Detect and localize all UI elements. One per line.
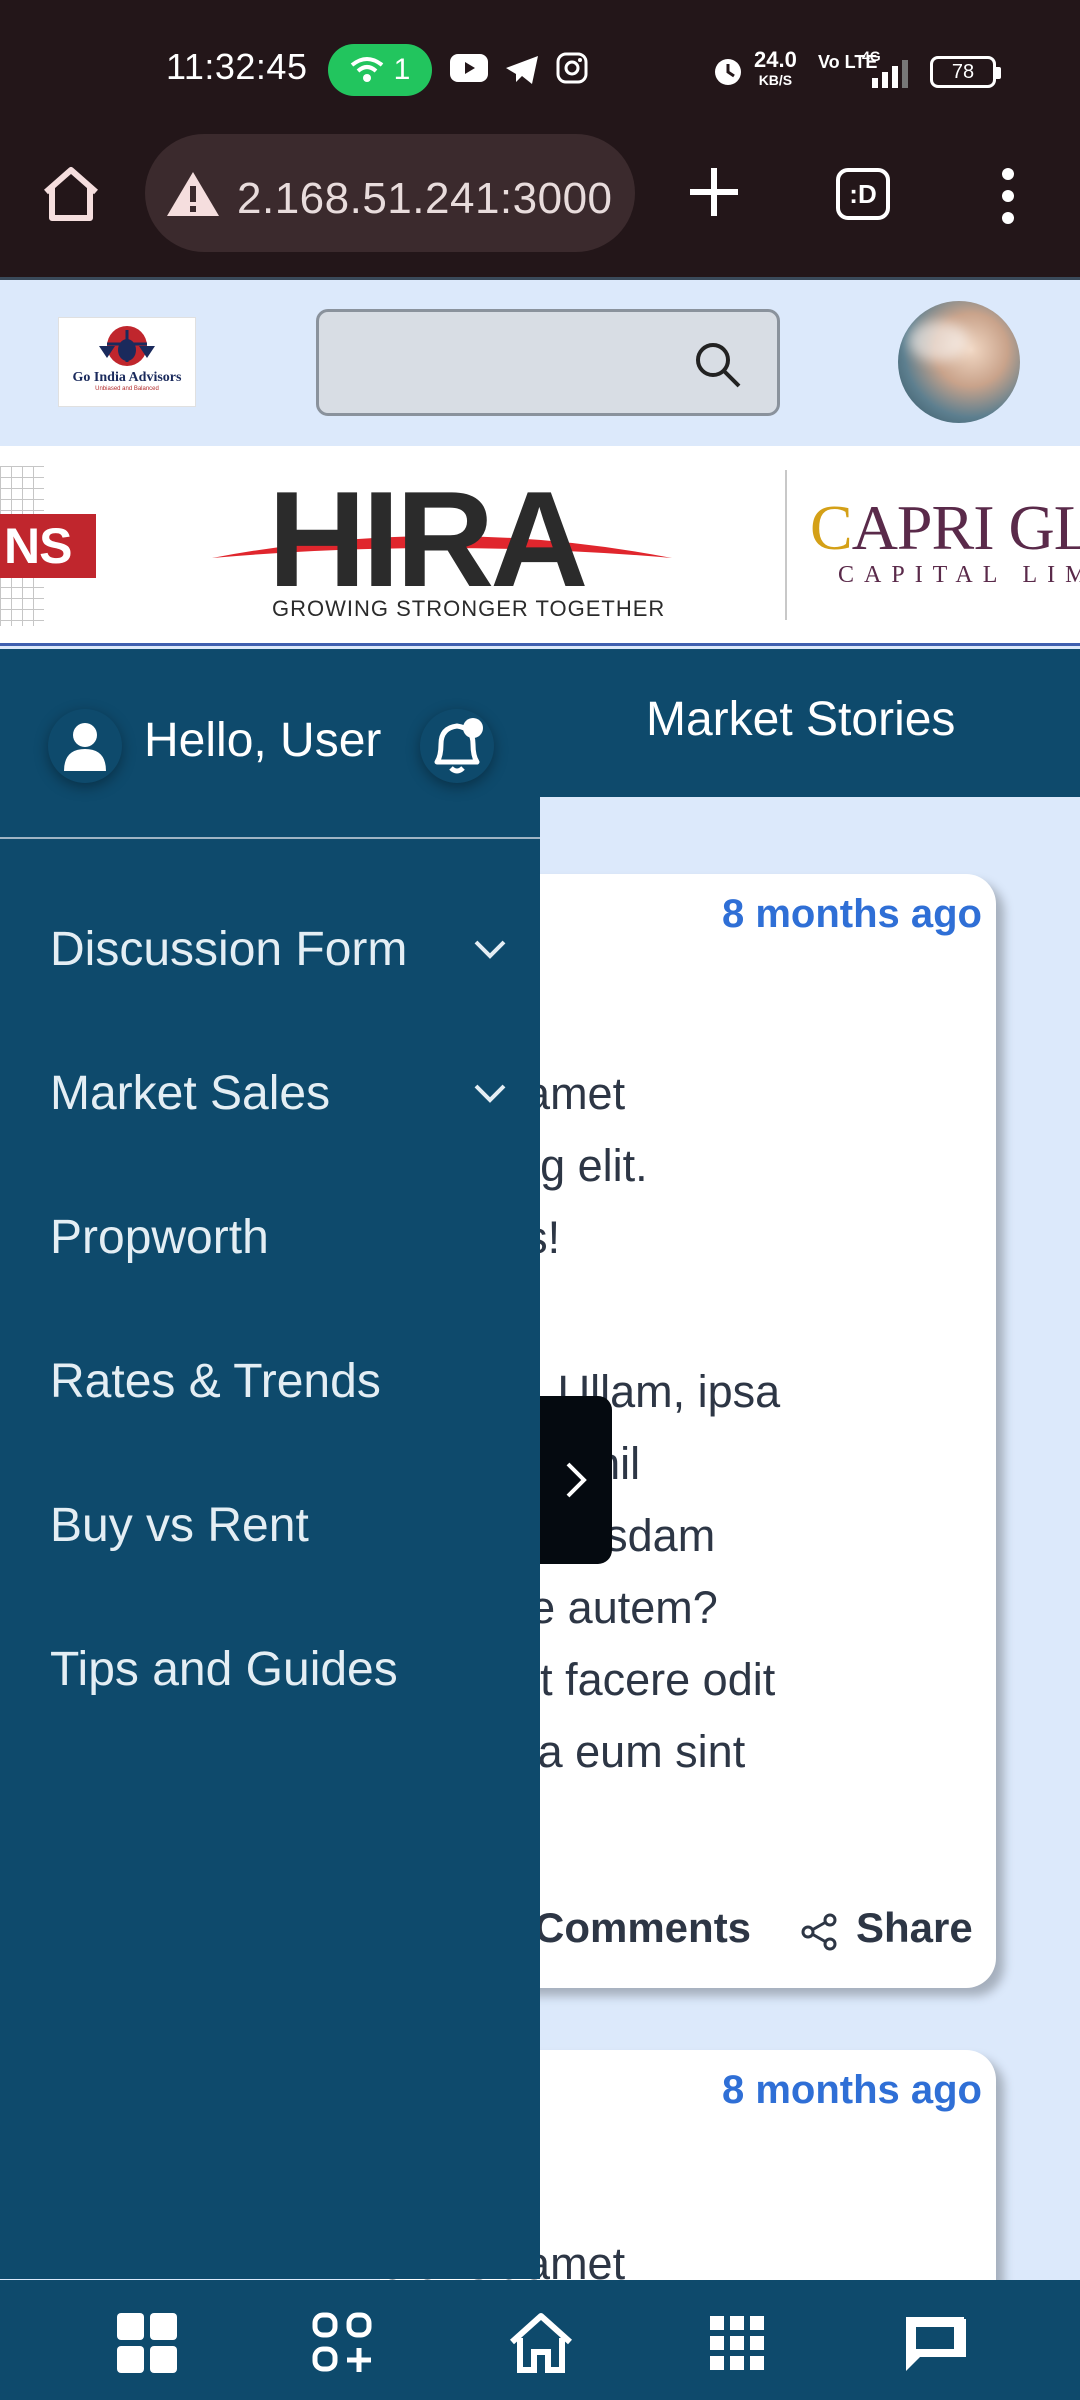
post-time: 8 months ago [721,2068,982,2112]
drawer-toggle-button[interactable] [540,1396,612,1564]
new-tab-icon[interactable] [686,164,742,220]
home-icon[interactable] [40,162,102,224]
nav-apps-add[interactable] [308,2308,378,2378]
logo-name: Go India Advisors [72,370,182,385]
battery-level: 78 [951,60,975,83]
section-title[interactable]: Market Stories [646,692,955,747]
nav-home[interactable] [506,2308,576,2378]
status-bar: 11:32:45 1 24.0 KB/S Vo LTE 4G 78 [0,0,1080,120]
menu-item-rates-trends[interactable]: Rates & Trends [50,1341,510,1421]
chat-icon [906,2317,966,2371]
hira-tagline: GROWING STRONGER TOGETHER [272,596,666,621]
share-icon[interactable] [800,1912,840,1952]
youtube-icon [450,54,488,82]
comments-button[interactable]: Comments [534,1904,751,1952]
person-icon [64,723,106,771]
battery-indicator: 78 [930,56,1001,88]
status-time: 11:32:45 [166,46,308,87]
dashboard-icon [117,2313,177,2373]
carousel-divider [785,470,787,620]
search-input[interactable] [316,309,780,416]
chevron-down-icon[interactable] [470,929,510,969]
logo-tagline: Unbiased and Balanced [95,386,159,392]
browser-toolbar: 2.168.51.241:3000 :D [0,120,1080,280]
network-speed: 24.0 KB/S [754,47,797,90]
menu-item-label: Tips and Guides [50,1642,398,1696]
hotspot-indicator: 1 [328,44,432,96]
brand-logo-capri: CAPRI GLO [810,496,1080,560]
instagram-icon [556,52,588,84]
share-button[interactable]: Share [856,1904,973,1952]
url-text[interactable]: 2.168.51.241:3000 [237,174,613,224]
chevron-right-icon [566,1462,587,1498]
hira-name: HIRA [268,463,588,615]
post-time: 8 months ago [721,892,982,936]
nav-dashboard[interactable] [112,2308,182,2378]
more-menu-icon[interactable] [996,166,1020,226]
menu-item-label: Buy vs Rent [50,1498,309,1552]
brand-1-text: NS [4,518,72,574]
nav-grid[interactable] [702,2308,772,2378]
user-greeting: Hello, User [144,714,382,767]
partner-carousel[interactable]: NS HIRA GROWING STRONGER TOGETHER CAPRI … [0,446,1080,646]
alarm-icon [715,59,741,85]
menu-item-label: Discussion Form [50,922,408,976]
brand-logo-1: NS [0,514,96,578]
site-logo[interactable]: Go India Advisors Unbiased and Balanced [58,317,196,407]
capri-initial: C [810,492,853,563]
menu-item-discussion-form[interactable]: Discussion Form [50,909,510,989]
capri-subtitle: CAPITAL LIM [838,562,1080,588]
bottom-navigation [0,2280,1080,2400]
speed-value: 24.0 [754,47,797,72]
address-bar[interactable]: 2.168.51.241:3000 [145,134,635,252]
search-icon[interactable] [693,340,743,390]
chevron-down-icon[interactable] [470,1073,510,1113]
app-header: Go India Advisors Unbiased and Balanced [0,283,1080,446]
bell-icon [434,718,483,774]
side-drawer: Hello, User Discussion Form Market Sales… [0,649,540,2279]
warning-icon[interactable] [165,170,221,218]
menu-item-label: Rates & Trends [50,1354,381,1408]
hotspot-count: 1 [393,53,411,86]
menu-item-propworth[interactable]: Propworth [50,1197,510,1277]
menu-item-label: Market Sales [50,1066,331,1120]
apps-add-icon [312,2312,372,2372]
user-avatar[interactable] [898,301,1020,423]
menu-item-buy-vs-rent[interactable]: Buy vs Rent [50,1485,510,1565]
tab-switcher-button[interactable]: :D [836,168,890,220]
menu-item-tips-guides[interactable]: Tips and Guides [50,1629,510,1709]
menu-item-market-sales[interactable]: Market Sales [50,1053,510,1133]
signal-icon [872,60,908,88]
tab-switcher-label: :D [849,178,877,209]
speed-unit: KB/S [758,72,793,88]
drawer-divider [0,837,540,839]
home-icon [509,2313,573,2373]
logo-emblem-icon [99,326,155,366]
grid-icon [710,2316,764,2370]
nav-chat[interactable] [900,2308,970,2378]
user-icon[interactable] [48,709,122,783]
telegram-icon [506,56,538,84]
brand-logo-hira: HIRA GROWING STRONGER TOGETHER [212,464,672,634]
capri-name: APRI GLO [851,492,1080,563]
wifi-icon [350,57,383,82]
menu-item-label: Propworth [50,1210,269,1264]
notification-button[interactable] [420,709,494,783]
